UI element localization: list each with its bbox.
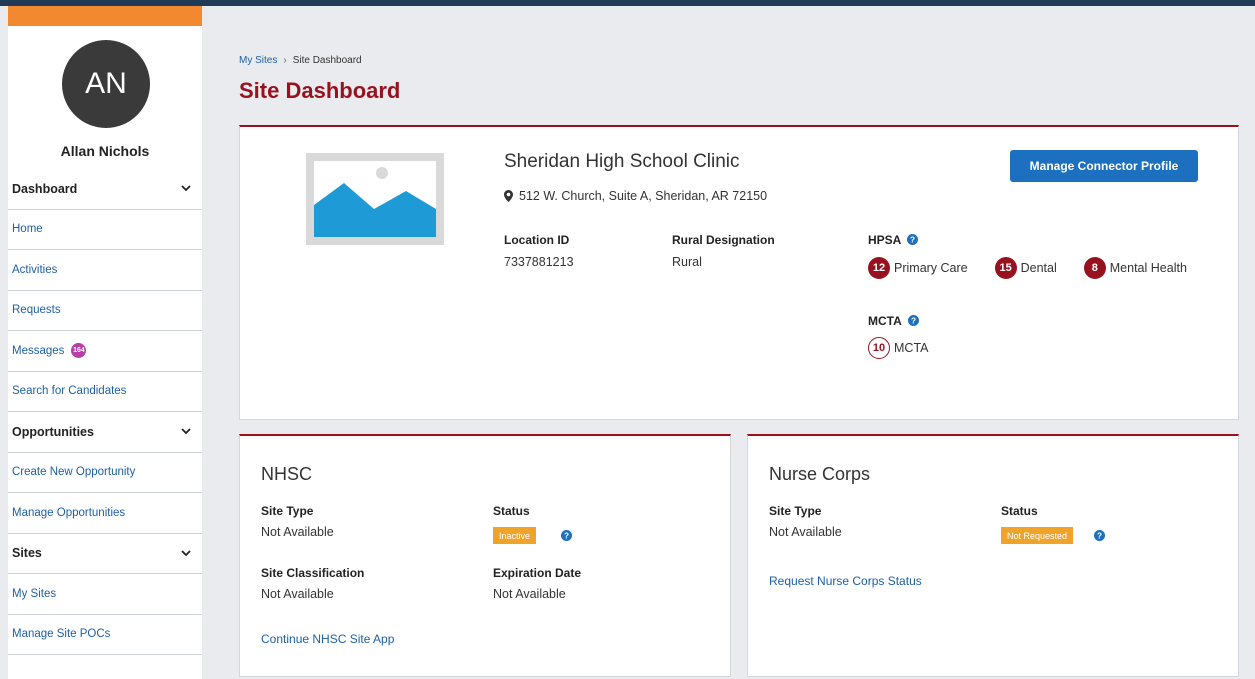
mcta-text: MCTA: [894, 341, 929, 355]
sidebar-item-label: Messages: [12, 344, 65, 357]
sidebar-item-requests[interactable]: Requests: [8, 291, 202, 331]
sidebar-item-manage-site-pocs[interactable]: Manage Site POCs: [8, 615, 202, 655]
hpsa-score-badge: 15: [994, 257, 1017, 279]
hpsa-score-badge: 12: [868, 257, 890, 279]
hpsa-mental-health: 8 Mental Health: [1083, 257, 1187, 279]
info-icon[interactable]: ?: [907, 234, 919, 245]
top-bar: [0, 0, 1255, 26]
chevron-down-icon: [181, 185, 191, 192]
rural-designation-label: Rural Designation: [672, 233, 775, 247]
nurse-site-type-label: Site Type: [769, 504, 822, 518]
image-placeholder-icon: [314, 161, 436, 237]
hpsa-score-badge: 8: [1083, 257, 1106, 279]
rural-designation-value: Rural: [672, 255, 702, 269]
sidebar-section-label: Opportunities: [12, 424, 94, 439]
sidebar-item-label: Requests: [12, 304, 61, 317]
breadcrumb-link-my-sites[interactable]: My Sites: [239, 55, 277, 66]
page-title: Site Dashboard: [239, 78, 401, 103]
request-nurse-corps-status-link[interactable]: Request Nurse Corps Status: [769, 574, 922, 588]
hpsa-discipline-label: Dental: [1020, 261, 1057, 275]
sidebar-item-label: Create New Opportunity: [12, 466, 136, 479]
hpsa-label-text: HPSA: [868, 233, 901, 247]
sidebar-item-home[interactable]: Home: [8, 210, 202, 250]
hpsa-discipline-label: Primary Care: [894, 261, 968, 275]
mcta-label: MCTA ?: [868, 314, 919, 328]
sidebar-item-search-candidates[interactable]: Search for Candidates: [8, 372, 202, 412]
info-icon[interactable]: ?: [1094, 530, 1105, 541]
sidebar-item-my-sites[interactable]: My Sites: [8, 574, 202, 615]
info-icon[interactable]: ?: [561, 530, 572, 541]
svg-text:?: ?: [910, 236, 915, 245]
site-address: 512 W. Church, Suite A, Sheridan, AR 721…: [504, 189, 767, 203]
svg-text:?: ?: [564, 532, 569, 541]
location-id-label: Location ID: [504, 233, 570, 247]
sidebar-item-label: Manage Opportunities: [12, 506, 126, 519]
breadcrumb: My Sites › Site Dashboard: [239, 55, 362, 66]
nhsc-classification-label: Site Classification: [261, 566, 365, 580]
nhsc-site-type-value: Not Available: [261, 525, 334, 539]
svg-text:?: ?: [911, 317, 916, 326]
site-image-placeholder: [306, 153, 444, 245]
nhsc-expiration-value: Not Available: [493, 587, 566, 601]
sidebar-accent-bar: [8, 6, 202, 26]
breadcrumb-current: Site Dashboard: [292, 55, 362, 66]
mcta-score-badge: 10: [868, 337, 890, 359]
sidebar-item-label: Home: [12, 223, 43, 236]
svg-text:?: ?: [1097, 532, 1102, 541]
manage-connector-profile-button[interactable]: Manage Connector Profile: [1010, 150, 1198, 182]
continue-nhsc-site-app-link[interactable]: Continue NHSC Site App: [261, 632, 394, 646]
sidebar-section-dashboard[interactable]: Dashboard: [8, 169, 202, 210]
sidebar-item-create-opportunity[interactable]: Create New Opportunity: [8, 453, 202, 493]
nurse-corps-title: Nurse Corps: [769, 464, 871, 484]
site-summary-card: Sheridan High School Clinic 512 W. Churc…: [239, 125, 1239, 420]
nhsc-title: NHSC: [261, 464, 313, 484]
nhsc-status-label: Status: [493, 504, 530, 518]
nhsc-status-badge: Inactive: [493, 527, 537, 544]
chevron-down-icon: [181, 549, 191, 556]
chevron-down-icon: [181, 428, 191, 435]
site-address-text: 512 W. Church, Suite A, Sheridan, AR 721…: [519, 189, 768, 203]
mcta-score: 10 MCTA: [868, 337, 929, 359]
nhsc-classification-value: Not Available: [261, 587, 334, 601]
hpsa-primary-care: 12 Primary Care: [868, 257, 968, 279]
nhsc-site-type-label: Site Type: [261, 504, 314, 518]
sidebar-item-label: Manage Site POCs: [12, 628, 111, 641]
sidebar-section-label: Dashboard: [12, 181, 78, 196]
info-icon[interactable]: ?: [907, 315, 919, 326]
sidebar-item-manage-opportunities[interactable]: Manage Opportunities: [8, 493, 202, 534]
sidebar-section-sites[interactable]: Sites: [8, 534, 202, 574]
nurse-corps-card: Nurse Corps Site Type Not Available Stat…: [747, 434, 1239, 677]
sidebar-item-label: My Sites: [12, 587, 57, 600]
hpsa-label: HPSA ?: [868, 233, 919, 247]
sidebar-section-opportunities[interactable]: Opportunities: [8, 412, 202, 453]
sidebar-section-label: Sites: [12, 546, 42, 561]
avatar[interactable]: AN: [62, 40, 150, 128]
breadcrumb-separator: ›: [283, 55, 287, 66]
hpsa-discipline-label: Mental Health: [1109, 261, 1187, 275]
site-name: Sheridan High School Clinic: [504, 151, 740, 172]
nhsc-expiration-label: Expiration Date: [493, 566, 582, 580]
sidebar-item-label: Activities: [12, 263, 58, 276]
nurse-status-badge: Not Requested: [1001, 527, 1074, 544]
sidebar-nav: Dashboard Home Activities Requests Messa…: [8, 169, 202, 655]
sidebar-item-activities[interactable]: Activities: [8, 250, 202, 291]
hpsa-dental: 15 Dental: [994, 257, 1057, 279]
hpsa-scores: 12 Primary Care 15 Dental 8 Mental Healt…: [868, 257, 1187, 279]
location-id-value: 7337881213: [504, 255, 574, 269]
user-name: Allan Nichols: [60, 143, 150, 159]
messages-count-badge: 164: [71, 343, 87, 359]
sidebar: AN Allan Nichols Dashboard Home Activiti…: [8, 26, 202, 679]
sidebar-item-messages[interactable]: Messages 164: [8, 331, 202, 372]
sidebar-item-label: Search for Candidates: [12, 385, 127, 398]
nurse-site-type-value: Not Available: [769, 525, 842, 539]
location-pin-icon: [504, 190, 513, 202]
mcta-label-text: MCTA: [868, 314, 902, 328]
nurse-status-label: Status: [1001, 504, 1038, 518]
nhsc-card: NHSC Site Type Not Available Status Inac…: [239, 434, 731, 677]
